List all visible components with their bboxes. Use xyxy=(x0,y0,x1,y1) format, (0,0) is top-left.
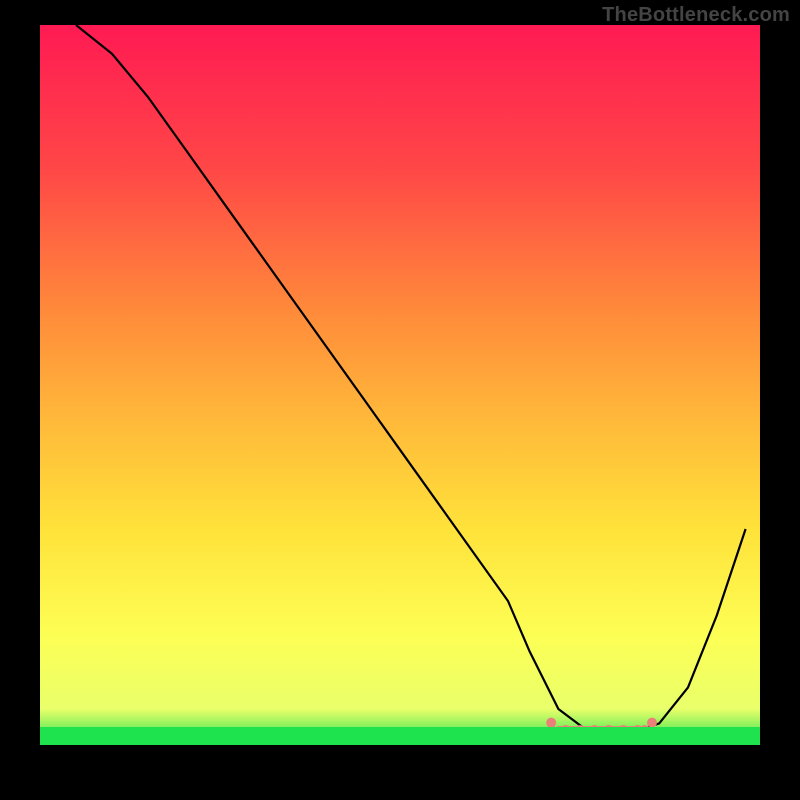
site-watermark: TheBottleneck.com xyxy=(602,4,790,27)
chart-frame xyxy=(40,25,760,745)
plot-area xyxy=(40,25,760,745)
optimal-zone-strip xyxy=(40,727,760,745)
flat-region-markers xyxy=(40,25,760,745)
